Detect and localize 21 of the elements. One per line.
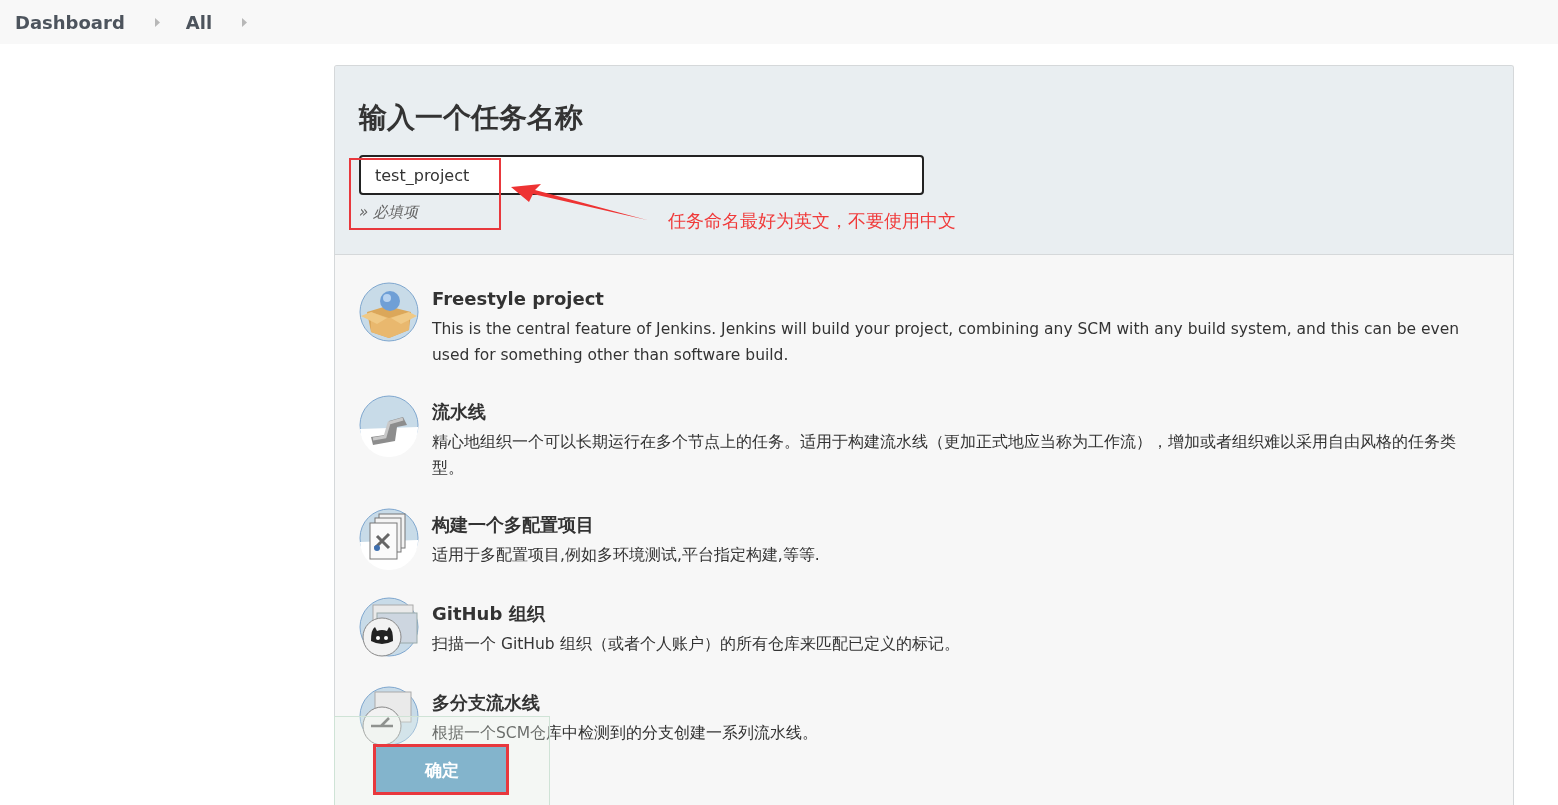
- item-title[interactable]: GitHub 组织: [432, 602, 960, 626]
- name-field[interactable]: test_project: [359, 155, 924, 195]
- box-icon: [359, 282, 419, 344]
- breadcrumb-link[interactable]: All: [185, 11, 213, 33]
- item-title[interactable]: 多分支流水线: [432, 691, 819, 715]
- breadcrumb-link[interactable]: Dashboard: [15, 11, 125, 33]
- item-title[interactable]: Freestyle project: [432, 287, 1477, 311]
- tools-icon: [359, 508, 419, 570]
- item-title[interactable]: 构建一个多配置项目: [432, 513, 820, 537]
- item-description: 适用于多配置项目,例如多环境测试,平台指定构建,等等.: [432, 545, 820, 566]
- item-description: This is the central feature of Jenkins. Jenkins will build your project, combining any SCM with any build system, and this can be even used for something other than software build.: [432, 319, 1461, 366]
- item-description: 精心地组织一个可以长期运行在多个节点上的任务。适用于构建流水线（更加正式地应当称为工作流），增加或者组织难以采用自由风格的任务类型。: [432, 432, 1457, 479]
- required-hint: » 必填项: [359, 203, 419, 222]
- chevron-icon[interactable]: [154, 17, 160, 27]
- cat-folder-icon: [359, 597, 419, 659]
- pipe-icon: [359, 395, 419, 457]
- annotation-text: 任务命名最好为英文，不要使用中文: [668, 209, 956, 233]
- item-description: 扫描一个 GitHub 组织（或者个人账户）的所有仓库来匹配已定义的标记。: [432, 634, 960, 655]
- item-title[interactable]: 流水线: [432, 400, 1477, 424]
- chevron-icon[interactable]: [242, 17, 248, 27]
- page-heading: 输入一个任务名称: [359, 100, 584, 136]
